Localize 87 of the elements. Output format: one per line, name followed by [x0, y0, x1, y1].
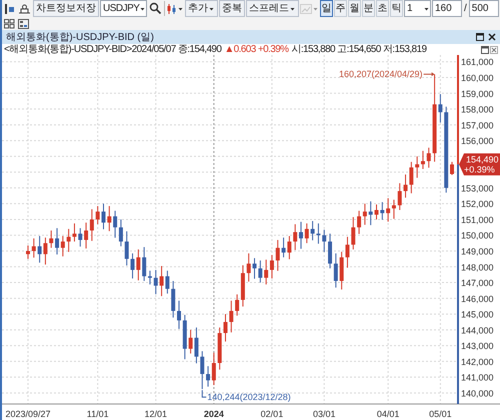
y-axis-label: 158,000 [461, 104, 494, 115]
candle [450, 161, 454, 176]
chart-info: 시:153,880 고:154,650 저:153,819 [291, 44, 426, 55]
candle [107, 206, 112, 232]
y-axis-label: 159,000 [461, 88, 494, 99]
leader-line [202, 390, 207, 398]
last-change-label: +0.39% [464, 164, 495, 174]
x-axis-label: 03/01 [312, 409, 336, 419]
y-axis-label: 156,000 [461, 136, 494, 146]
candle [200, 350, 204, 390]
maximize-icon[interactable] [476, 33, 484, 41]
y-axis-label: 160,000 [461, 73, 494, 83]
total-field[interactable]: 500 [468, 0, 499, 18]
y-axis-label: 147,000 [461, 278, 494, 288]
separator-text: / [463, 2, 468, 16]
period-tab[interactable]: 주 [334, 0, 347, 18]
x-axis-label: 02/01 [260, 409, 284, 419]
y-axis-label: 150,000 [461, 230, 494, 241]
last-price-label: 154,490 [466, 154, 499, 164]
x-axis-label: 12/01 [144, 409, 168, 419]
chart-info: <해외통화(통합)-USDJPY-BID>2024/05/07 종:154,490 [4, 44, 222, 55]
y-axis-label: 145,000 [461, 310, 494, 320]
candle [229, 300, 234, 333]
candle [374, 204, 378, 220]
spread-menu[interactable]: 스프레드 [246, 0, 299, 18]
maximize-icon[interactable] [481, 46, 489, 54]
leader-line [423, 72, 435, 76]
candle [26, 244, 30, 260]
candle [276, 239, 280, 272]
candle [398, 182, 402, 210]
candle [351, 216, 356, 250]
candle [49, 230, 54, 248]
layout-split-icon[interactable] [18, 18, 29, 29]
add-menu[interactable]: 추가 [185, 0, 218, 18]
save-button[interactable]: 차트정보저장 [33, 0, 99, 18]
period-tab[interactable]: 일 [320, 0, 333, 18]
high-annotation: 160,207(2024/04/29) [339, 69, 423, 80]
y-axis-label: 149,000 [461, 246, 494, 256]
interval-select[interactable]: 1 [404, 0, 431, 18]
candle [380, 202, 384, 220]
x-axis-label: 2024 [204, 409, 224, 419]
candle [102, 203, 106, 230]
price-change: ▲0.603 +0.39% [224, 44, 288, 55]
y-axis-label: 141,000 [461, 372, 494, 383]
period-tab[interactable]: 틱 [390, 0, 403, 18]
x-axis-label: 11/01 [86, 409, 109, 419]
y-axis-label: 142,000 [461, 356, 494, 367]
candle [32, 238, 36, 258]
panel-title: 해외통화(통합)-USDJPY-BID (일) [6, 30, 154, 44]
overlap-button[interactable]: 중복 [219, 0, 245, 18]
candle [78, 228, 82, 248]
period-tab[interactable]: 초 [376, 0, 389, 18]
y-axis-label: 146,000 [461, 294, 494, 304]
candle [96, 206, 100, 225]
x-axis-label: 04/01 [376, 409, 400, 419]
y-axis-label: 152,000 [461, 199, 494, 210]
candle [368, 200, 373, 226]
chart-settings-icon[interactable] [17, 2, 32, 16]
price-marker [459, 153, 500, 176]
candle [304, 222, 309, 244]
y-axis-label: 144,000 [461, 325, 494, 336]
x-axis-label: 2023/09/27 [5, 409, 51, 419]
count-field[interactable]: 160 [432, 0, 462, 18]
candle [246, 252, 251, 282]
candlestick-icon[interactable] [166, 2, 177, 16]
low-annotation: 140,244(2023/12/28) [207, 392, 291, 402]
y-axis-label: 140,000 [461, 388, 494, 398]
candle [154, 269, 158, 295]
y-axis-label: 153,000 [461, 183, 494, 194]
layout-grid-icon[interactable] [4, 18, 15, 29]
symbol-select[interactable]: USDJPY [100, 0, 147, 18]
candle [322, 229, 326, 252]
y-axis-label: 157,000 [461, 120, 494, 130]
y-axis-label: 161,000 [461, 57, 494, 68]
search-icon[interactable] [148, 1, 163, 16]
candle [426, 147, 431, 168]
y-axis-label: 148,000 [461, 262, 494, 272]
x-axis-label: 05/01 [429, 409, 452, 419]
close-icon[interactable] [488, 33, 496, 41]
period-tab[interactable]: 분 [362, 0, 375, 18]
period-tab[interactable]: 월 [348, 0, 361, 18]
y-axis-label: 151,000 [461, 214, 494, 225]
chart-type-menu[interactable] [166, 2, 184, 16]
candle [171, 280, 176, 318]
candle [124, 230, 129, 266]
panel-icon[interactable] [3, 2, 16, 16]
y-axis-label: 143,000 [461, 341, 494, 352]
